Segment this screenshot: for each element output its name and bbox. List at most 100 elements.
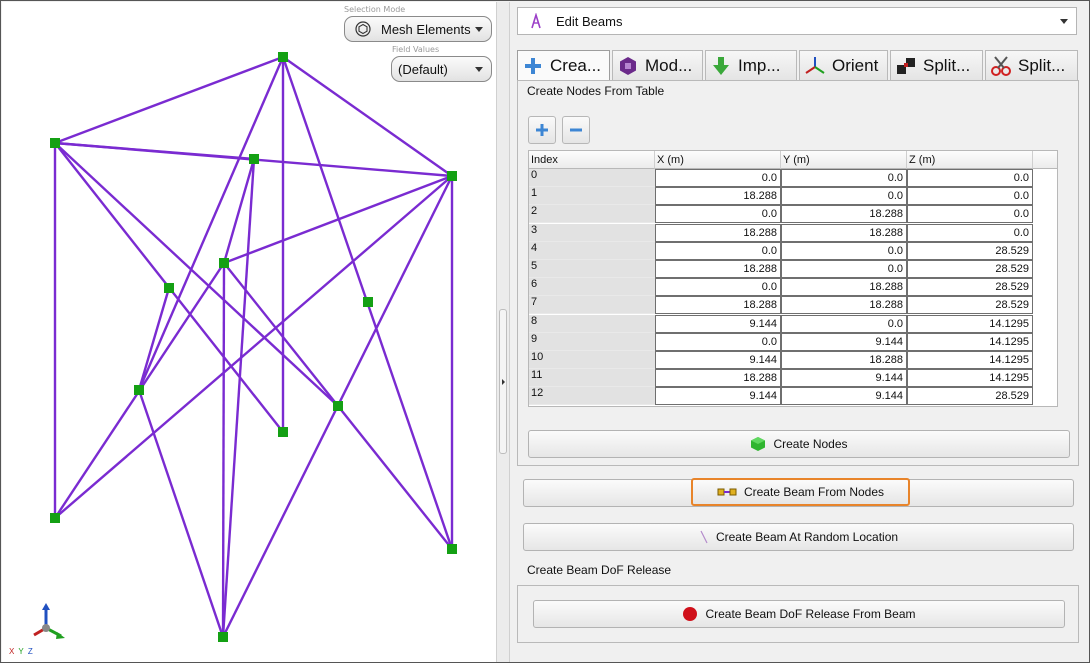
cell-z[interactable]: 14.1295 xyxy=(907,314,1033,333)
mesh-node[interactable] xyxy=(50,138,60,148)
row-index[interactable]: 3 xyxy=(529,223,655,242)
tab-split-2[interactable]: Split... xyxy=(985,50,1078,80)
row-index[interactable]: 2 xyxy=(529,205,655,224)
cell-x[interactable]: 18.288 xyxy=(655,296,781,315)
mesh-node[interactable] xyxy=(447,171,457,181)
row-index[interactable]: 6 xyxy=(529,278,655,297)
cell-z[interactable]: 14.1295 xyxy=(907,332,1033,351)
cell-y[interactable]: 18.288 xyxy=(781,296,907,315)
row-index[interactable]: 0 xyxy=(529,169,655,187)
row-index[interactable]: 10 xyxy=(529,351,655,369)
remove-row-button[interactable] xyxy=(562,116,590,144)
beam-element[interactable] xyxy=(221,262,226,638)
mesh-node[interactable] xyxy=(447,544,457,554)
cell-x[interactable]: 9.144 xyxy=(655,387,781,406)
cell-y[interactable]: 9.144 xyxy=(781,369,907,388)
cell-y[interactable]: 0.0 xyxy=(781,241,907,260)
edit-mode-dropdown[interactable]: Edit Beams xyxy=(517,7,1077,35)
mesh-node[interactable] xyxy=(333,401,343,411)
cell-z[interactable]: 14.1295 xyxy=(907,369,1033,388)
row-index[interactable]: 11 xyxy=(529,369,655,388)
mesh-node[interactable] xyxy=(134,385,144,395)
row-index[interactable]: 5 xyxy=(529,260,655,278)
cell-z[interactable]: 28.529 xyxy=(907,278,1033,297)
beam-element[interactable] xyxy=(54,175,453,519)
tab-modify[interactable]: Mod... xyxy=(612,50,703,80)
edit-mode-value: Edit Beams xyxy=(556,13,623,29)
tab-import[interactable]: Imp... xyxy=(705,50,797,80)
collapse-arrow-icon[interactable] xyxy=(502,379,505,385)
cell-y[interactable]: 0.0 xyxy=(781,169,907,187)
cell-z[interactable]: 14.1295 xyxy=(907,351,1033,369)
cell-y[interactable]: 0.0 xyxy=(781,314,907,333)
cell-z[interactable]: 0.0 xyxy=(907,205,1033,224)
beam-element[interactable] xyxy=(221,158,256,638)
row-index[interactable]: 7 xyxy=(529,296,655,315)
beam-element[interactable] xyxy=(54,55,284,145)
add-row-button[interactable] xyxy=(528,116,556,144)
beam-mesh[interactable] xyxy=(2,2,496,662)
cell-y[interactable]: 18.288 xyxy=(781,205,907,224)
column-header-x[interactable]: X (m) xyxy=(655,151,781,169)
3d-viewport[interactable]: Selection Mode Mesh Elements Field Value… xyxy=(2,2,496,662)
cell-y[interactable]: 9.144 xyxy=(781,387,907,406)
cell-z[interactable]: 0.0 xyxy=(907,223,1033,242)
column-header-index[interactable]: Index xyxy=(529,151,655,169)
cell-y[interactable]: 9.144 xyxy=(781,332,907,351)
column-header-z[interactable]: Z (m) xyxy=(907,151,1033,169)
panel-splitter[interactable] xyxy=(496,2,510,662)
tab-create[interactable]: Crea... xyxy=(517,50,610,81)
beam-element[interactable] xyxy=(223,174,453,265)
cell-x[interactable]: 0.0 xyxy=(655,332,781,351)
beam-element[interactable] xyxy=(54,142,339,407)
tab-split-1[interactable]: Split... xyxy=(890,50,983,80)
cell-z[interactable]: 0.0 xyxy=(907,187,1033,206)
beam-element[interactable] xyxy=(137,287,171,391)
cell-y[interactable]: 0.0 xyxy=(781,260,907,278)
cell-x[interactable]: 18.288 xyxy=(655,369,781,388)
cell-z[interactable]: 0.0 xyxy=(907,169,1033,187)
row-index[interactable]: 9 xyxy=(529,332,655,351)
cell-z[interactable]: 28.529 xyxy=(907,387,1033,406)
dof-release-section: Create Beam DoF Release From Beam xyxy=(517,585,1079,643)
beam-element[interactable] xyxy=(137,389,225,638)
create-beam-random-button[interactable]: Create Beam At Random Location xyxy=(523,523,1074,551)
cell-x[interactable]: 0.0 xyxy=(655,241,781,260)
mesh-node[interactable] xyxy=(164,283,174,293)
create-nodes-button[interactable]: Create Nodes xyxy=(528,430,1070,458)
cell-x[interactable]: 0.0 xyxy=(655,205,781,224)
cell-y[interactable]: 18.288 xyxy=(781,223,907,242)
create-dof-release-button[interactable]: Create Beam DoF Release From Beam xyxy=(533,600,1065,628)
cell-y[interactable]: 18.288 xyxy=(781,278,907,297)
cell-x[interactable]: 18.288 xyxy=(655,223,781,242)
mesh-node[interactable] xyxy=(219,258,229,268)
mesh-node[interactable] xyxy=(363,297,373,307)
row-index[interactable]: 4 xyxy=(529,241,655,260)
beam-element[interactable] xyxy=(54,141,255,161)
cell-x[interactable]: 9.144 xyxy=(655,351,781,369)
mesh-node[interactable] xyxy=(278,427,288,437)
field-values-dropdown[interactable]: (Default) xyxy=(391,56,492,82)
row-index[interactable]: 1 xyxy=(529,187,655,206)
row-index[interactable]: 12 xyxy=(529,387,655,406)
cell-z[interactable]: 28.529 xyxy=(907,296,1033,315)
row-index[interactable]: 8 xyxy=(529,314,655,333)
cell-x[interactable]: 0.0 xyxy=(655,169,781,187)
mesh-node[interactable] xyxy=(249,154,259,164)
cell-z[interactable]: 28.529 xyxy=(907,260,1033,278)
create-beam-from-nodes-button[interactable]: Create Beam From Nodes xyxy=(691,478,910,506)
mesh-node[interactable] xyxy=(218,632,228,642)
cell-x[interactable]: 18.288 xyxy=(655,187,781,206)
mesh-node[interactable] xyxy=(278,52,288,62)
selection-mode-dropdown[interactable]: Mesh Elements xyxy=(344,16,492,42)
cell-y[interactable]: 0.0 xyxy=(781,187,907,206)
column-header-y[interactable]: Y (m) xyxy=(781,151,907,169)
cell-x[interactable]: 9.144 xyxy=(655,314,781,333)
mesh-node[interactable] xyxy=(50,513,60,523)
cell-z[interactable]: 28.529 xyxy=(907,241,1033,260)
tab-orient[interactable]: Orient xyxy=(799,50,888,80)
cell-x[interactable]: 0.0 xyxy=(655,278,781,297)
cell-y[interactable]: 18.288 xyxy=(781,351,907,369)
cell-x[interactable]: 18.288 xyxy=(655,260,781,278)
nodes-table[interactable]: Index X (m) Y (m) Z (m) 0 0.0 0.0 0.0 1 18.28… xyxy=(528,150,1058,407)
